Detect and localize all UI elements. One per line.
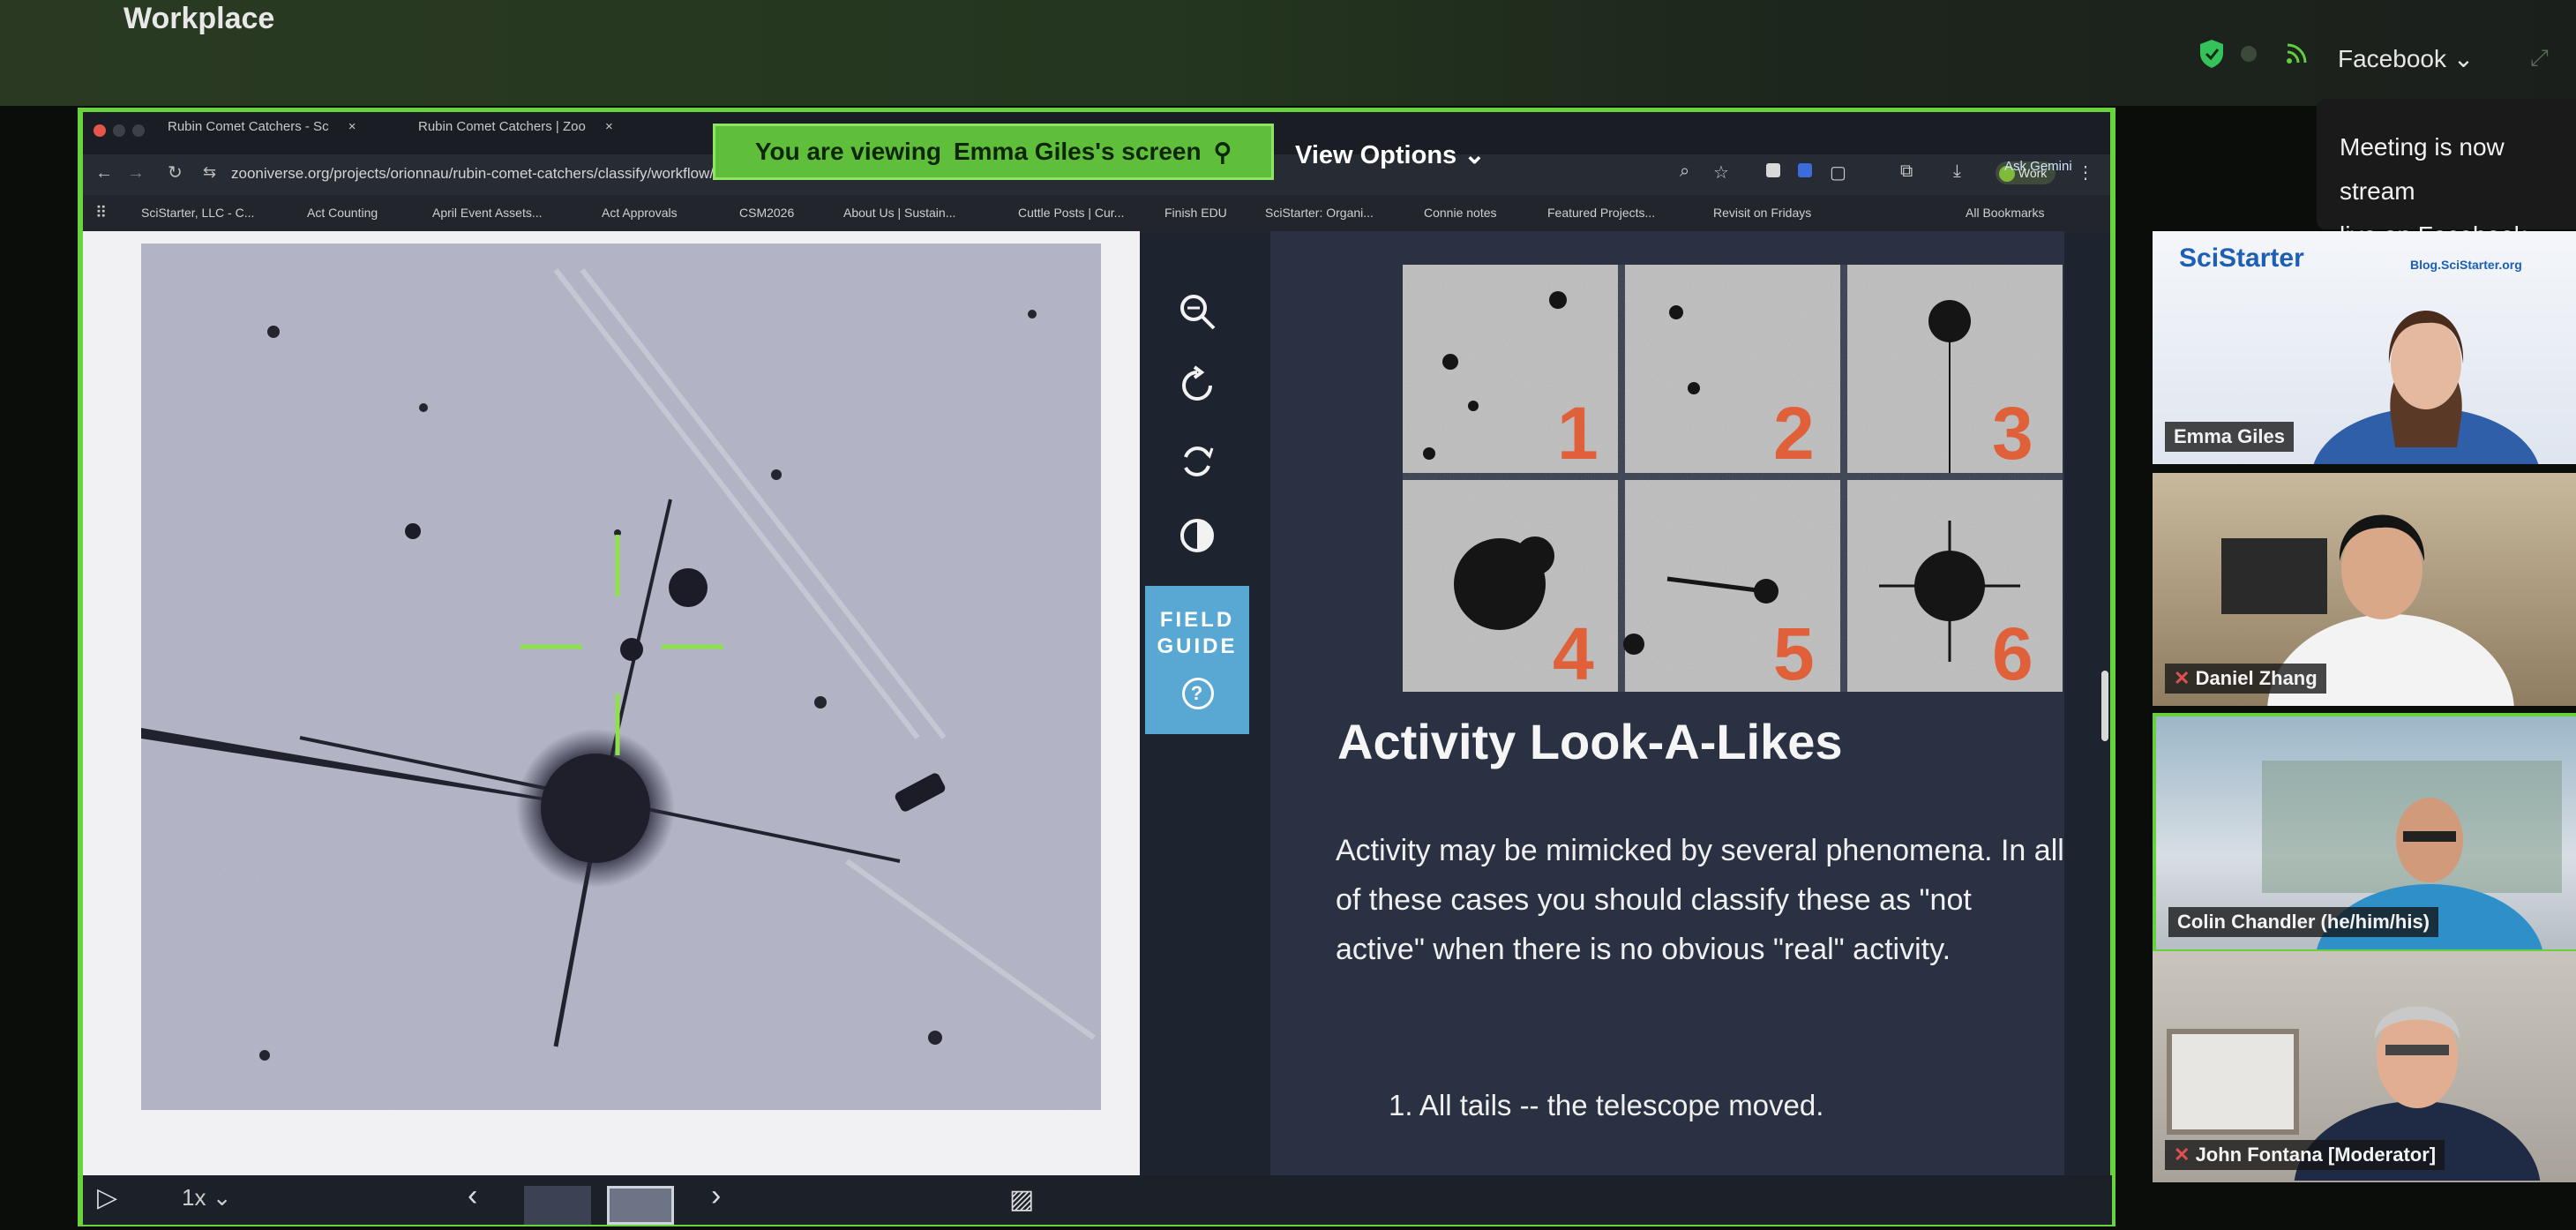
facebook-stream-dropdown[interactable]: Facebook ⌄ — [2338, 44, 2474, 73]
participant-tile-john[interactable]: ✕ John Fontana [Moderator] — [2153, 951, 2576, 1182]
mic-muted-icon: ✕ — [2174, 1144, 2190, 1166]
reload-icon[interactable]: ↻ — [168, 161, 183, 184]
extensions-puzzle-icon[interactable]: ▢ — [1830, 161, 1846, 184]
next-frame-icon[interactable]: › — [711, 1179, 721, 1213]
grid-number-3: 3 — [1992, 392, 2033, 475]
browser-tab-1[interactable]: Rubin Comet Catchers - Sc × — [168, 119, 356, 151]
guide-body-text: Activity may be mimicked by several phen… — [1336, 834, 2064, 966]
image-gallery-icon[interactable]: ▨ — [1009, 1184, 1034, 1215]
grid-number-5: 5 — [1773, 612, 1815, 692]
view-options-button[interactable]: View Options ⌄ — [1295, 139, 1486, 170]
bookmark-folder[interactable]: All Bookmarks — [1966, 206, 2044, 220]
live-stream-icon[interactable] — [2285, 42, 2308, 65]
participant-tile-daniel[interactable]: ✕ Daniel Zhang — [2153, 473, 2576, 706]
viewing-screen-banner: You are viewing Emma Giles's screen ⚲ — [713, 124, 1274, 180]
bookmark-item[interactable]: Cuttle Posts | Cur... — [1018, 206, 1124, 220]
tab-label: Rubin Comet Catchers - Sc — [168, 119, 329, 134]
expand-icon[interactable]: ⤢ — [2530, 44, 2557, 71]
bookmarks-bar: ⠿ SciStarter, LLC - C... Act Counting Ap… — [83, 195, 2110, 234]
close-window-icon[interactable] — [94, 124, 106, 137]
subject-controls-bar: ▷ 1x ⌄ ‹ › ▨ — [83, 1175, 2112, 1225]
bookmark-item[interactable]: April Event Assets... — [432, 206, 543, 220]
maximize-window-icon[interactable] — [132, 124, 145, 137]
field-guide-button[interactable]: FIELD GUIDE ? — [1145, 586, 1249, 734]
bookmark-item[interactable]: SciStarter: Organi... — [1265, 206, 1374, 220]
rotate-icon[interactable] — [1177, 365, 1217, 406]
status-dot-icon — [2241, 46, 2257, 62]
frame-thumbnail[interactable] — [524, 1186, 591, 1225]
field-guide-label: GUIDE — [1157, 634, 1238, 658]
grid-number-2: 2 — [1773, 392, 1815, 475]
close-tab-icon[interactable]: × — [605, 119, 613, 134]
url-field[interactable]: zooniverse.org/projects/orionnau/rubin-c… — [231, 165, 755, 183]
site-info-icon[interactable]: ⇆ — [203, 163, 216, 182]
participant-name: ✕ John Fontana [Moderator] — [2165, 1140, 2445, 1170]
chevron-down-icon: ⌄ — [1464, 141, 1486, 169]
workplace-title: Workplace — [124, 2, 275, 35]
participant-name: Colin Chandler (he/him/his) — [2168, 907, 2439, 937]
apps-grid-icon[interactable]: ⠿ — [95, 204, 107, 222]
zoom-in-icon[interactable] — [1177, 291, 1217, 332]
participant-name: Emma Giles — [2165, 422, 2294, 452]
guide-section-title: Activity Look-A-Likes — [1337, 714, 1843, 769]
viewer-name: Emma Giles's screen — [953, 138, 1202, 165]
grid-number-6: 6 — [1992, 612, 2033, 692]
tab-label: Rubin Comet Catchers | Zoo — [418, 119, 586, 134]
presenter-icon: ⚲ — [1213, 138, 1232, 166]
guide-list-item: 1. All tails -- the telescope moved. — [1389, 1089, 1824, 1121]
bookmark-item[interactable]: Act Counting — [307, 206, 378, 220]
help-icon[interactable]: ? — [1182, 678, 1214, 709]
play-icon[interactable]: ▷ — [97, 1182, 117, 1213]
mic-muted-icon: ✕ — [2174, 667, 2190, 689]
frame-thumbnail[interactable] — [607, 1186, 674, 1225]
viewing-prefix: You are viewing — [754, 138, 941, 165]
bookmark-folder[interactable]: Revisit on Fridays — [1713, 206, 1811, 220]
download-icon[interactable]: ⤓ — [1953, 161, 1961, 182]
cast-icon[interactable]: ⧉ — [1900, 161, 1913, 182]
bookmark-item[interactable]: Finish EDU — [1164, 206, 1227, 220]
previous-frame-icon[interactable]: ‹ — [468, 1179, 477, 1213]
panel-scrollbar[interactable] — [2101, 671, 2108, 741]
extension-icon[interactable] — [1798, 163, 1812, 177]
extension-icon[interactable] — [1766, 163, 1780, 177]
search-icon[interactable]: ⌕ — [1680, 161, 1689, 182]
minimize-window-icon[interactable] — [113, 124, 125, 137]
participant-tile-emma[interactable]: SciStarter Blog.SciStarter.org Emma Gile… — [2153, 231, 2576, 464]
invert-contrast-icon[interactable] — [1177, 515, 1217, 556]
participant-video — [2313, 311, 2539, 464]
participant-name: ✕ Daniel Zhang — [2165, 664, 2326, 694]
zoom-top-bar — [0, 0, 2576, 106]
close-tab-icon[interactable]: × — [348, 119, 356, 134]
bookmark-item[interactable]: About Us | Sustain... — [843, 206, 955, 220]
chevron-down-icon: ⌄ — [212, 1184, 232, 1211]
bookmark-item[interactable]: CSM2026 — [739, 206, 794, 220]
back-icon[interactable]: ← — [95, 163, 113, 184]
participant-tile-colin[interactable]: Colin Chandler (he/him/his) — [2153, 713, 2576, 953]
shield-icon[interactable] — [2198, 39, 2225, 69]
more-menu-icon[interactable]: ⋮ — [2077, 161, 2094, 184]
bookmark-item[interactable]: Featured Projects... — [1547, 206, 1655, 220]
playback-speed-select[interactable]: 1x ⌄ — [182, 1184, 232, 1211]
scistarter-logo: SciStarter — [2179, 244, 2304, 273]
bookmark-item[interactable]: Act Approvals — [602, 206, 678, 220]
lookalike-example-grid: 1 2 3 4 5 6 — [1403, 265, 2063, 692]
subject-image[interactable] — [141, 244, 1101, 1110]
grid-number-1: 1 — [1557, 392, 1599, 475]
bookmark-star-icon[interactable]: ☆ — [1713, 161, 1729, 184]
live-stream-notification: Meeting is now stream live on Facebook — [2317, 99, 2576, 249]
grid-number-4: 4 — [1553, 612, 1594, 692]
bookmark-item[interactable]: SciStarter, LLC - C... — [141, 206, 254, 220]
ask-gemini-button[interactable]: Ask Gemini — [2004, 159, 2072, 174]
field-guide-label: FIELD — [1159, 608, 1235, 632]
bookmark-item[interactable]: Connie notes — [1424, 206, 1497, 220]
forward-icon[interactable]: → — [127, 163, 145, 184]
browser-tab-2[interactable]: Rubin Comet Catchers | Zoo × — [418, 119, 613, 151]
reset-view-icon[interactable] — [1177, 441, 1217, 482]
